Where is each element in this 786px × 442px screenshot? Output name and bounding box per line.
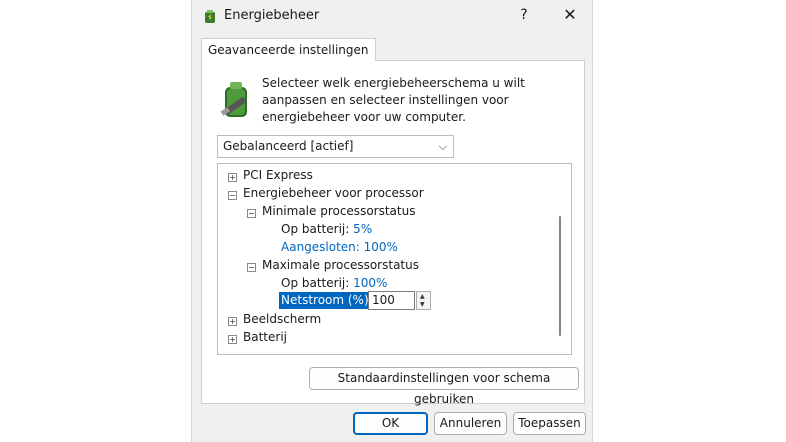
spin-up-icon[interactable]: ▲ <box>420 293 425 300</box>
settings-panel: Selecteer welk energiebeheerschema u wil… <box>201 60 585 406</box>
plan-select-value: Gebalanceerd [actief] <box>223 139 354 153</box>
tree-item-processor[interactable]: Energiebeheer voor processor <box>243 184 424 202</box>
scrollbar-thumb[interactable] <box>559 216 561 336</box>
battery-plug-icon <box>220 82 247 117</box>
tree-item-battery[interactable]: Batterij <box>243 328 287 346</box>
expand-icon[interactable]: + <box>228 173 237 182</box>
spin-buttons[interactable]: ▲ ▼ <box>416 291 431 310</box>
max-battery-value: 100% <box>353 276 388 290</box>
tree-item-min-plugged[interactable]: Aangesloten: 100% <box>281 238 398 256</box>
power-options-dialog: Energiebeheer ? ✕ Geavanceerde instellin… <box>191 0 593 442</box>
plan-select[interactable]: Gebalanceerd [actief] ⌵ <box>217 135 454 158</box>
min-battery-label: Op batterij: <box>281 222 350 236</box>
apply-button[interactable]: Toepassen <box>513 412 586 435</box>
tree-item-pci-express[interactable]: PCI Express <box>243 166 313 184</box>
tab-advanced-settings[interactable]: Geavanceerde instellingen <box>201 38 376 61</box>
help-button[interactable]: ? <box>512 3 536 27</box>
window-title: Energiebeheer <box>224 8 320 23</box>
restore-defaults-button[interactable]: Standaardinstellingen voor schema gebrui… <box>309 367 579 406</box>
chevron-down-icon: ⌵ <box>438 140 447 153</box>
expand-icon[interactable]: + <box>228 317 237 326</box>
tree-item-min-battery[interactable]: Op batterij: 5% <box>281 220 372 238</box>
tree-item-max-battery[interactable]: Op batterij: 100% <box>281 274 387 292</box>
collapse-icon[interactable]: − <box>228 191 237 200</box>
collapse-icon[interactable]: − <box>247 263 256 272</box>
tree-item-display[interactable]: Beeldscherm <box>243 310 321 328</box>
max-battery-label: Op batterij: <box>281 276 350 290</box>
power-options-icon <box>205 10 215 23</box>
settings-tree[interactable]: + PCI Express − Energiebeheer voor proce… <box>217 163 572 355</box>
collapse-icon[interactable]: − <box>247 209 256 218</box>
max-ac-input[interactable]: 100 <box>368 291 415 310</box>
spin-down-icon[interactable]: ▼ <box>420 301 425 308</box>
expand-icon[interactable]: + <box>228 335 237 344</box>
title-bar: Energiebeheer ? ✕ <box>192 0 592 32</box>
tree-item-min-status[interactable]: Minimale processorstatus <box>262 202 415 220</box>
tree-item-max-status[interactable]: Maximale processorstatus <box>262 256 419 274</box>
close-button[interactable]: ✕ <box>558 3 582 27</box>
ok-button[interactable]: OK <box>353 412 428 435</box>
cancel-button[interactable]: Annuleren <box>434 412 507 435</box>
description-text: Selecteer welk energiebeheerschema u wil… <box>262 76 525 124</box>
max-ac-label[interactable]: Netstroom (%): <box>279 292 375 309</box>
min-battery-value: 5% <box>353 222 373 236</box>
